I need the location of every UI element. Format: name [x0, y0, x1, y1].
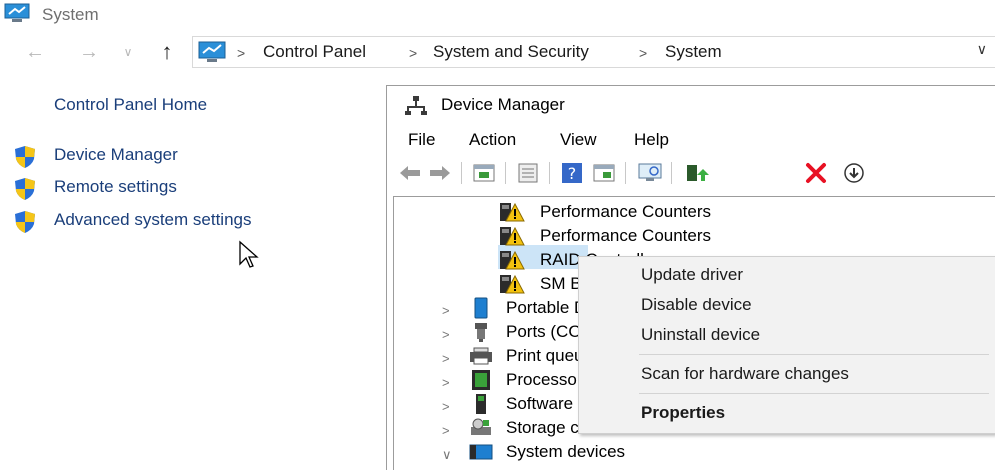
chevron-right-icon[interactable]: > — [442, 375, 450, 390]
control-panel-home-link[interactable]: Control Panel Home — [54, 95, 207, 115]
properties-icon[interactable] — [515, 161, 541, 185]
storage-controller-icon — [471, 418, 491, 435]
chevron-right-icon[interactable]: > — [442, 399, 450, 414]
recent-locations-icon[interactable]: ∨ — [118, 40, 138, 64]
port-icon — [475, 323, 487, 342]
window-title: System — [42, 5, 99, 24]
uninstall-device-menu-item[interactable]: Uninstall device — [641, 325, 760, 345]
tree-item-performance-counters[interactable]: Performance Counters — [540, 225, 711, 247]
device-manager-link[interactable]: Device Manager — [54, 145, 178, 165]
breadcrumb-system-and-security[interactable]: System and Security — [433, 42, 589, 62]
chevron-down-icon[interactable]: ∨ — [977, 41, 987, 58]
action-view-icon[interactable] — [591, 161, 617, 185]
title-bar: System — [0, 0, 995, 30]
remote-settings-link[interactable]: Remote settings — [54, 177, 177, 197]
forward-icon[interactable] — [427, 161, 453, 185]
toolbar: ? — [387, 158, 995, 188]
shield-icon — [15, 211, 35, 233]
chevron-right-icon[interactable]: > — [442, 303, 450, 318]
chevron-down-icon[interactable]: ∨ — [442, 447, 452, 463]
mouse-cursor-icon — [239, 240, 259, 268]
shield-icon — [15, 146, 35, 168]
breadcrumb-separator: > — [237, 45, 246, 61]
scan-hardware-icon[interactable] — [637, 161, 663, 185]
breadcrumb-separator: > — [409, 45, 418, 61]
warning-device-icon — [500, 226, 525, 246]
update-driver-menu-item[interactable]: Update driver — [641, 265, 743, 285]
menu-file[interactable]: File — [408, 130, 435, 150]
context-menu: Update driver Disable device Uninstall d… — [578, 256, 995, 434]
warning-device-icon — [500, 274, 525, 294]
control-panel-icon — [198, 41, 226, 62]
chevron-right-icon[interactable]: > — [442, 351, 450, 366]
chevron-right-icon[interactable]: > — [442, 327, 450, 342]
warning-device-icon — [500, 202, 525, 222]
menu-help[interactable]: Help — [634, 130, 669, 150]
toolbar-separator — [549, 162, 550, 184]
navigation-bar: ← → ∨ ↑ > Control Panel > System and Sec… — [0, 36, 995, 68]
software-device-icon — [476, 394, 486, 414]
advanced-system-settings-link[interactable]: Advanced system settings — [54, 210, 251, 230]
warning-device-icon — [500, 250, 525, 270]
properties-view-icon[interactable] — [471, 161, 497, 185]
breadcrumb-control-panel[interactable]: Control Panel — [263, 42, 366, 62]
properties-menu-item[interactable]: Properties — [641, 403, 725, 423]
toolbar-separator — [505, 162, 506, 184]
breadcrumb-system[interactable]: System — [665, 42, 722, 62]
forward-arrow-icon[interactable]: → — [74, 40, 104, 64]
disable-device-menu-item[interactable]: Disable device — [641, 295, 752, 315]
menu-separator — [639, 393, 989, 394]
toolbar-separator — [625, 162, 626, 184]
enable-device-icon[interactable] — [841, 161, 867, 185]
toolbar-separator — [461, 162, 462, 184]
toolbar-separator — [671, 162, 672, 184]
computer-icon — [4, 3, 30, 22]
scan-hardware-menu-item[interactable]: Scan for hardware changes — [641, 364, 849, 384]
tree-item-performance-counters[interactable]: Performance Counters — [540, 201, 711, 223]
back-icon[interactable] — [397, 161, 423, 185]
breadcrumb-separator: > — [639, 45, 648, 61]
back-arrow-icon[interactable]: ← — [20, 40, 50, 64]
uninstall-icon[interactable] — [803, 161, 829, 185]
chevron-right-icon[interactable]: > — [442, 423, 450, 438]
printer-icon — [470, 347, 492, 365]
svg-text:?: ? — [568, 164, 577, 183]
menu-separator — [639, 354, 989, 355]
shield-icon — [15, 178, 35, 200]
up-arrow-icon[interactable]: ↑ — [154, 40, 180, 64]
device-manager-icon — [405, 96, 427, 115]
processor-icon — [472, 370, 490, 390]
device-manager-title: Device Manager — [441, 95, 565, 114]
tree-item-system-devices[interactable]: System devices — [506, 441, 625, 463]
update-driver-icon[interactable] — [683, 161, 709, 185]
menu-view[interactable]: View — [560, 130, 597, 150]
system-devices-icon — [469, 444, 493, 460]
help-icon[interactable]: ? — [559, 161, 585, 185]
portable-device-icon — [474, 297, 488, 319]
address-bar[interactable]: > Control Panel > System and Security > … — [192, 36, 995, 68]
menu-action[interactable]: Action — [469, 130, 516, 150]
